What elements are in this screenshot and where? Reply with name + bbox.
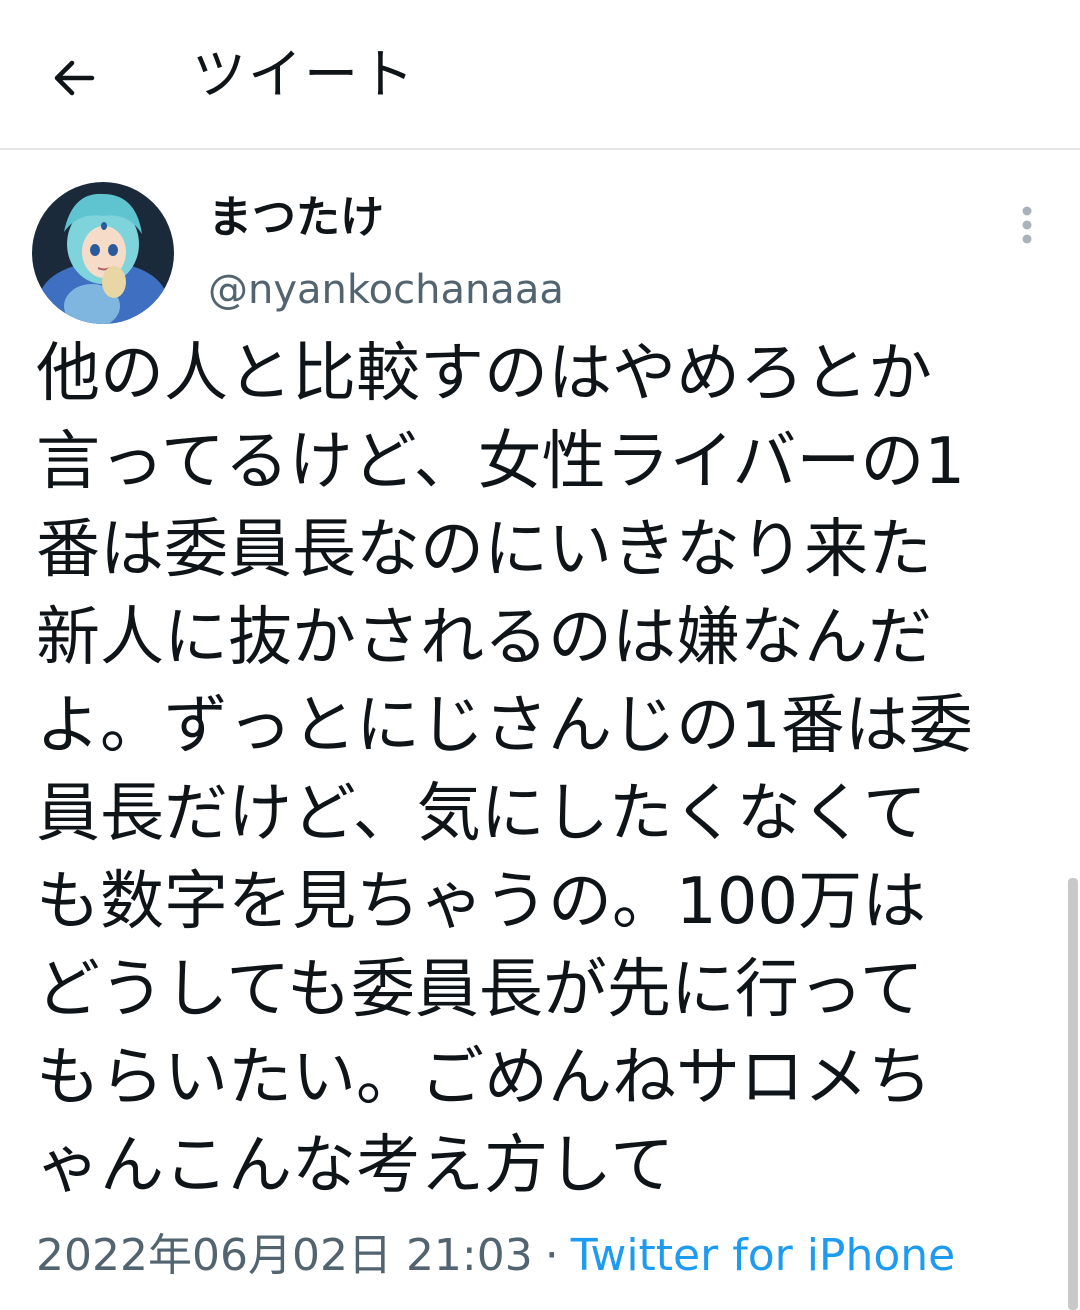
author-handle[interactable]: @nyankochanaaa: [208, 262, 564, 318]
tweet-timestamp[interactable]: 2022年06月02日 21:03: [36, 1230, 533, 1281]
tweet-text-line: 言ってるけど、女性ライバーの1: [36, 425, 966, 499]
user-avatar: [32, 182, 174, 324]
tweet-text-line: よ。ずっとにじさんじの1番は委: [36, 689, 973, 763]
tweet-meta: 2022年06月02日 21:03 · Twitter for iPhone: [36, 1226, 955, 1286]
tweet-source-link[interactable]: Twitter for iPhone: [571, 1230, 955, 1281]
page-title: ツイート: [192, 43, 416, 106]
tweet-text-line: も数字を見ちゃうの。100万は: [36, 865, 927, 939]
meta-separator: ·: [544, 1230, 559, 1281]
tweet-text-line: どうしても委員長が先に行って: [36, 953, 924, 1027]
tweet-text-line: 番は委員長なのにいきなり来た: [36, 513, 932, 587]
tweet-text-line: もらいたい。ごめんねサロメち: [36, 1041, 932, 1115]
scrollbar-thumb[interactable]: [1068, 878, 1078, 1310]
tweet-text-line: 他の人と比較すのはやめろとか: [36, 337, 932, 411]
more-options-button[interactable]: [1004, 200, 1050, 250]
back-button[interactable]: [40, 44, 108, 112]
author-display-name[interactable]: まつたけ: [208, 190, 384, 246]
avatar[interactable]: [32, 182, 174, 324]
tweet-text-line: ゃんこんな考え方して: [36, 1129, 675, 1203]
top-bar: ツイート: [0, 0, 1080, 150]
tweet-text-line: 員長だけど、気にしたくなくて: [36, 777, 927, 851]
arrow-left-icon: [54, 60, 95, 96]
tweet-text: 他の人と比較すのはやめろとか 言ってるけど、女性ライバーの1 番は委員長なのにい…: [36, 330, 1036, 1210]
more-vertical-icon: [1022, 206, 1032, 244]
tweet-text-line: 新人に抜かされるのは嫌なんだ: [36, 601, 932, 675]
